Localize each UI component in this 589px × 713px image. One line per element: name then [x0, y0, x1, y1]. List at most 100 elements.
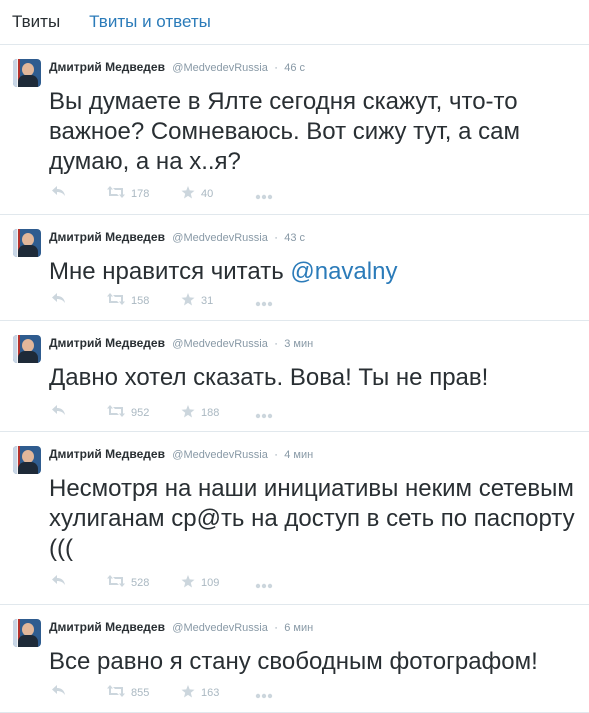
tab-tweets-and-replies[interactable]: Твиты и ответы [89, 12, 211, 32]
avatar-body [18, 462, 38, 474]
tweet-text: Вы думаете в Ялте сегодня скажут, что-то… [49, 87, 575, 177]
reply-button[interactable] [52, 186, 66, 200]
author-name[interactable]: Дмитрий Медведев [49, 60, 165, 74]
avatar-body [18, 245, 38, 257]
favorite-button[interactable]: 40 [181, 186, 213, 202]
retweet-button[interactable]: 158 [107, 293, 149, 308]
tweet-text: Несмотря на наши инициативы неким сетевы… [49, 474, 575, 564]
favorite-button[interactable]: 188 [181, 405, 219, 421]
more-icon [255, 580, 273, 592]
reply-icon [52, 575, 66, 589]
reply-button[interactable] [52, 685, 66, 699]
profile-tabs: Твиты Твиты и ответы [0, 0, 589, 45]
tweet-timestamp[interactable]: 4 мин [284, 449, 313, 461]
avatar-body [18, 635, 38, 647]
tweet-timestamp[interactable]: 6 мин [284, 622, 313, 634]
more-icon [255, 410, 273, 422]
tweet-body: Мне нравится читать [49, 258, 291, 285]
tweet-header: Дмитрий Медведев @MedvedevRussia · 3 мин [49, 336, 313, 350]
avatar[interactable] [13, 446, 41, 474]
tweet-body: Несмотря на наши инициативы неким сетевы… [49, 475, 575, 562]
favorite-button[interactable]: 109 [181, 575, 219, 591]
reply-button[interactable] [52, 293, 66, 307]
tab-tweets[interactable]: Твиты [12, 12, 60, 32]
reply-icon [52, 186, 66, 200]
author-name[interactable]: Дмитрий Медведев [49, 336, 165, 350]
retweet-count: 178 [131, 187, 150, 200]
tweet-text: Все равно я стану свободным фотографом! [49, 647, 575, 677]
more-button[interactable] [255, 191, 273, 203]
retweet-icon [107, 293, 125, 308]
tweet-body: Вы думаете в Ялте сегодня скажут, что-то… [49, 88, 520, 175]
author-name[interactable]: Дмитрий Медведев [49, 230, 165, 244]
tweet[interactable]: Дмитрий Медведев @MedvedevRussia · 46 с … [0, 45, 589, 215]
author-handle[interactable]: @MedvedevRussia [172, 232, 268, 244]
tweet-header: Дмитрий Медведев @MedvedevRussia · 46 с [49, 60, 305, 74]
tweet-header: Дмитрий Медведев @MedvedevRussia · 43 с [49, 230, 305, 244]
avatar-body [18, 75, 38, 87]
tweet-header: Дмитрий Медведев @MedvedevRussia · 6 мин [49, 620, 313, 634]
favorite-count: 31 [201, 295, 214, 307]
avatar[interactable] [13, 619, 41, 647]
favorite-count: 109 [201, 577, 220, 589]
favorite-star-icon [181, 186, 195, 202]
reply-button[interactable] [52, 575, 66, 589]
separator-dot: · [274, 338, 278, 350]
retweet-count: 528 [131, 576, 150, 589]
retweet-count: 855 [131, 686, 150, 699]
tweet[interactable]: Дмитрий Медведев @MedvedevRussia · 3 мин… [0, 321, 589, 432]
separator-dot: · [274, 232, 278, 244]
more-button[interactable] [255, 690, 273, 702]
author-name[interactable]: Дмитрий Медведев [49, 447, 165, 461]
favorite-star-icon [181, 575, 195, 591]
avatar[interactable] [13, 335, 41, 363]
tweet-body: Давно хотел сказать. Вова! Ты не прав! [49, 364, 489, 391]
more-button[interactable] [255, 298, 273, 310]
reply-icon [52, 405, 66, 419]
more-icon [255, 298, 273, 310]
retweet-button[interactable]: 952 [107, 405, 149, 420]
tweet[interactable]: Дмитрий Медведев @MedvedevRussia · 6 мин… [0, 605, 589, 713]
favorite-count: 188 [201, 407, 220, 419]
tweet-timestamp[interactable]: 43 с [284, 232, 305, 244]
avatar-body [18, 351, 38, 363]
retweet-button[interactable]: 528 [107, 575, 149, 590]
retweet-icon [107, 405, 125, 420]
avatar[interactable] [13, 229, 41, 257]
author-handle[interactable]: @MedvedevRussia [172, 62, 268, 74]
more-button[interactable] [255, 410, 273, 422]
avatar[interactable] [13, 59, 41, 87]
favorite-button[interactable]: 163 [181, 685, 219, 701]
author-name[interactable]: Дмитрий Медведев [49, 620, 165, 634]
tweet[interactable]: Дмитрий Медведев @MedvedevRussia · 4 мин… [0, 432, 589, 605]
reply-icon [52, 685, 66, 699]
retweet-button[interactable]: 855 [107, 685, 149, 700]
more-icon [255, 191, 273, 203]
tweet-header: Дмитрий Медведев @MedvedevRussia · 4 мин [49, 447, 313, 461]
retweet-icon [107, 186, 125, 201]
separator-dot: · [274, 449, 278, 461]
tweet-body: Все равно я стану свободным фотографом! [49, 648, 538, 675]
more-icon [255, 690, 273, 702]
reply-button[interactable] [52, 405, 66, 419]
favorite-count: 163 [201, 687, 220, 699]
retweet-count: 952 [131, 406, 150, 419]
author-handle[interactable]: @MedvedevRussia [172, 338, 268, 350]
favorite-star-icon [181, 685, 195, 701]
tweet[interactable]: Дмитрий Медведев @MedvedevRussia · 43 с … [0, 215, 589, 321]
tweet-timestamp[interactable]: 46 с [284, 62, 305, 74]
favorite-star-icon [181, 405, 195, 421]
author-handle[interactable]: @MedvedevRussia [172, 449, 268, 461]
more-button[interactable] [255, 580, 273, 592]
tweet-text: Давно хотел сказать. Вова! Ты не прав! [49, 363, 575, 393]
author-handle[interactable]: @MedvedevRussia [172, 622, 268, 634]
favorite-count: 40 [201, 188, 214, 200]
tweet-timestamp[interactable]: 3 мин [284, 338, 313, 350]
mention-link[interactable]: @navalny [290, 258, 397, 285]
favorite-button[interactable]: 31 [181, 293, 213, 309]
retweet-button[interactable]: 178 [107, 186, 149, 201]
retweet-count: 158 [131, 294, 150, 307]
retweet-icon [107, 575, 125, 590]
separator-dot: · [274, 62, 278, 74]
tweet-feed: Дмитрий Медведев @MedvedevRussia · 46 с … [0, 45, 589, 713]
